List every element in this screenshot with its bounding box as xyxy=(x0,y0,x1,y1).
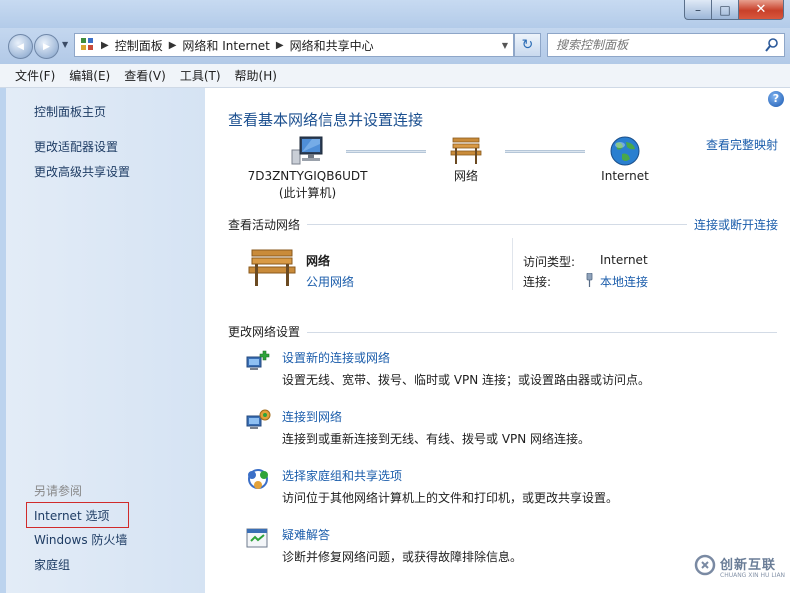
menu-file[interactable]: 文件(F) xyxy=(8,67,62,84)
navigation-pane: 控制面板主页 更改适配器设置 更改高级共享设置 另请参阅 Internet 选项… xyxy=(6,88,205,593)
menu-edit[interactable]: 编辑(E) xyxy=(62,67,117,84)
map-node-internet[interactable]: Internet xyxy=(590,134,660,185)
menu-help[interactable]: 帮助(H) xyxy=(228,67,284,84)
troubleshoot-link[interactable]: 疑难解答 xyxy=(282,526,330,543)
connect-to-network-description: 连接到或重新连接到无线、有线、拨号或 VPN 网络连接。 xyxy=(282,432,591,446)
bench-icon xyxy=(450,137,482,164)
see-also-heading: 另请参阅 xyxy=(34,484,83,498)
map-connector-line xyxy=(346,150,426,153)
network-type-link[interactable]: 公用网络 xyxy=(306,273,354,290)
back-arrow-icon: ◀ xyxy=(17,41,24,52)
connect-disconnect-link[interactable]: 连接或断开连接 xyxy=(694,216,778,233)
main-content: ? 查看基本网络信息并设置连接 查看完整映射 7D3ZNTYGIQB6UDT (… xyxy=(205,88,790,593)
internet-node-label: Internet xyxy=(601,169,649,183)
title-bar[interactable]: – □ ✕ xyxy=(0,0,790,28)
troubleshoot-icon xyxy=(246,528,268,548)
new-connection-icon xyxy=(246,350,270,370)
history-dropdown-icon[interactable]: ▼ xyxy=(62,40,68,49)
active-network-name: 网络 xyxy=(306,254,331,268)
address-bar[interactable]: ▶ 控制面板 ▶ 网络和 Internet ▶ 网络和共享中心 ▼ xyxy=(74,33,514,57)
breadcrumb-separator[interactable]: ▶ xyxy=(276,40,284,51)
menu-view[interactable]: 查看(V) xyxy=(117,67,173,84)
search-box[interactable] xyxy=(547,33,785,57)
active-networks-heading: 查看活动网络 xyxy=(228,218,301,232)
homegroup-sharing-link[interactable]: 选择家庭组和共享选项 xyxy=(282,467,402,484)
close-icon: ✕ xyxy=(755,2,767,17)
ethernet-icon xyxy=(586,273,593,287)
globe-icon xyxy=(610,136,640,166)
sidebar-item-internet-options[interactable]: Internet 选项 xyxy=(26,502,129,528)
section-divider xyxy=(307,332,777,333)
refresh-icon: ↻ xyxy=(521,37,534,53)
refresh-button[interactable]: ↻ xyxy=(514,33,541,57)
logo-mark-icon xyxy=(694,554,716,576)
minimize-button[interactable]: – xyxy=(684,0,711,20)
page-title: 查看基本网络信息并设置连接 xyxy=(228,111,424,129)
connect-to-network-link[interactable]: 连接到网络 xyxy=(282,408,342,425)
computer-icon xyxy=(291,136,322,165)
access-type-value: Internet xyxy=(600,253,648,267)
setup-connection-link[interactable]: 设置新的连接或网络 xyxy=(282,349,390,366)
section-divider xyxy=(307,224,687,225)
change-settings-heading: 更改网络设置 xyxy=(228,325,301,339)
vertical-divider xyxy=(512,238,513,290)
breadcrumb-control-panel[interactable]: 控制面板 xyxy=(115,37,163,54)
search-icon[interactable] xyxy=(765,37,779,53)
maximize-button[interactable]: □ xyxy=(711,0,738,20)
menu-bar: 文件(F) 编辑(E) 查看(V) 工具(T) 帮助(H) xyxy=(0,64,790,88)
maximize-icon: □ xyxy=(719,2,731,17)
sidebar-item-advanced-sharing-settings[interactable]: 更改高级共享设置 xyxy=(34,163,130,180)
sidebar-item-windows-firewall[interactable]: Windows 防火墙 xyxy=(34,531,127,548)
help-icon[interactable]: ? xyxy=(768,91,784,107)
sidebar-item-change-adapter-settings[interactable]: 更改适配器设置 xyxy=(34,138,118,155)
connection-label: 连接: xyxy=(523,275,552,289)
minimize-icon: – xyxy=(695,2,701,17)
breadcrumb-separator[interactable]: ▶ xyxy=(101,40,109,51)
close-button[interactable]: ✕ xyxy=(738,0,784,20)
navigation-bar: ◀ ▶ ▼ ▶ 控制面板 ▶ 网络和 Internet ▶ 网络和共享中心 ▼ … xyxy=(0,28,790,64)
watermark-english-text: CHUANG XIN HU LIAN xyxy=(720,572,786,579)
search-input[interactable] xyxy=(556,38,756,52)
connect-network-icon xyxy=(246,409,271,429)
address-dropdown-icon[interactable]: ▼ xyxy=(497,41,513,50)
sidebar-item-homegroup[interactable]: 家庭组 xyxy=(34,556,70,573)
watermark-chinese-text: 创新互联 xyxy=(720,558,777,573)
access-type-label: 访问类型: xyxy=(523,255,576,269)
caption-buttons: – □ ✕ xyxy=(684,0,784,20)
view-full-map-link[interactable]: 查看完整映射 xyxy=(706,136,778,153)
forward-arrow-icon: ▶ xyxy=(43,41,50,52)
network-bench-icon xyxy=(248,249,296,286)
local-connection-link[interactable]: 本地连接 xyxy=(600,273,648,290)
forward-button[interactable]: ▶ xyxy=(34,34,59,59)
control-panel-icon xyxy=(81,38,95,52)
watermark-logo: 创新互联 CHUANG XIN HU LIAN xyxy=(688,547,788,585)
back-button[interactable]: ◀ xyxy=(8,34,33,59)
computer-name: 7D3ZNTYGIQB6UDT xyxy=(247,169,368,183)
internet-options-label: Internet 选项 xyxy=(34,509,110,523)
map-node-computer[interactable]: 7D3ZNTYGIQB6UDT (此计算机) xyxy=(230,134,385,202)
breadcrumb-separator[interactable]: ▶ xyxy=(169,40,177,51)
homegroup-icon xyxy=(248,469,268,489)
network-node-label: 网络 xyxy=(453,169,478,183)
computer-subtitle: (此计算机) xyxy=(278,186,337,200)
map-connector-line xyxy=(505,150,585,153)
breadcrumb-network-sharing-center[interactable]: 网络和共享中心 xyxy=(290,37,374,54)
menu-tools[interactable]: 工具(T) xyxy=(173,67,228,84)
homegroup-sharing-description: 访问位于其他网络计算机上的文件和打印机，或更改共享设置。 xyxy=(282,491,619,505)
setup-connection-description: 设置无线、宽带、拨号、临时或 VPN 连接；或设置路由器或访问点。 xyxy=(282,373,651,387)
control-panel-window: – □ ✕ ◀ ▶ ▼ ▶ 控制面板 ▶ 网络和 Internet ▶ 网络和共… xyxy=(0,0,790,593)
sidebar-item-control-panel-home[interactable]: 控制面板主页 xyxy=(34,103,106,120)
map-node-network[interactable]: 网络 xyxy=(436,134,496,185)
troubleshoot-description: 诊断并修复网络问题，或获得故障排除信息。 xyxy=(282,550,523,564)
breadcrumb-network-internet[interactable]: 网络和 Internet xyxy=(182,37,269,54)
